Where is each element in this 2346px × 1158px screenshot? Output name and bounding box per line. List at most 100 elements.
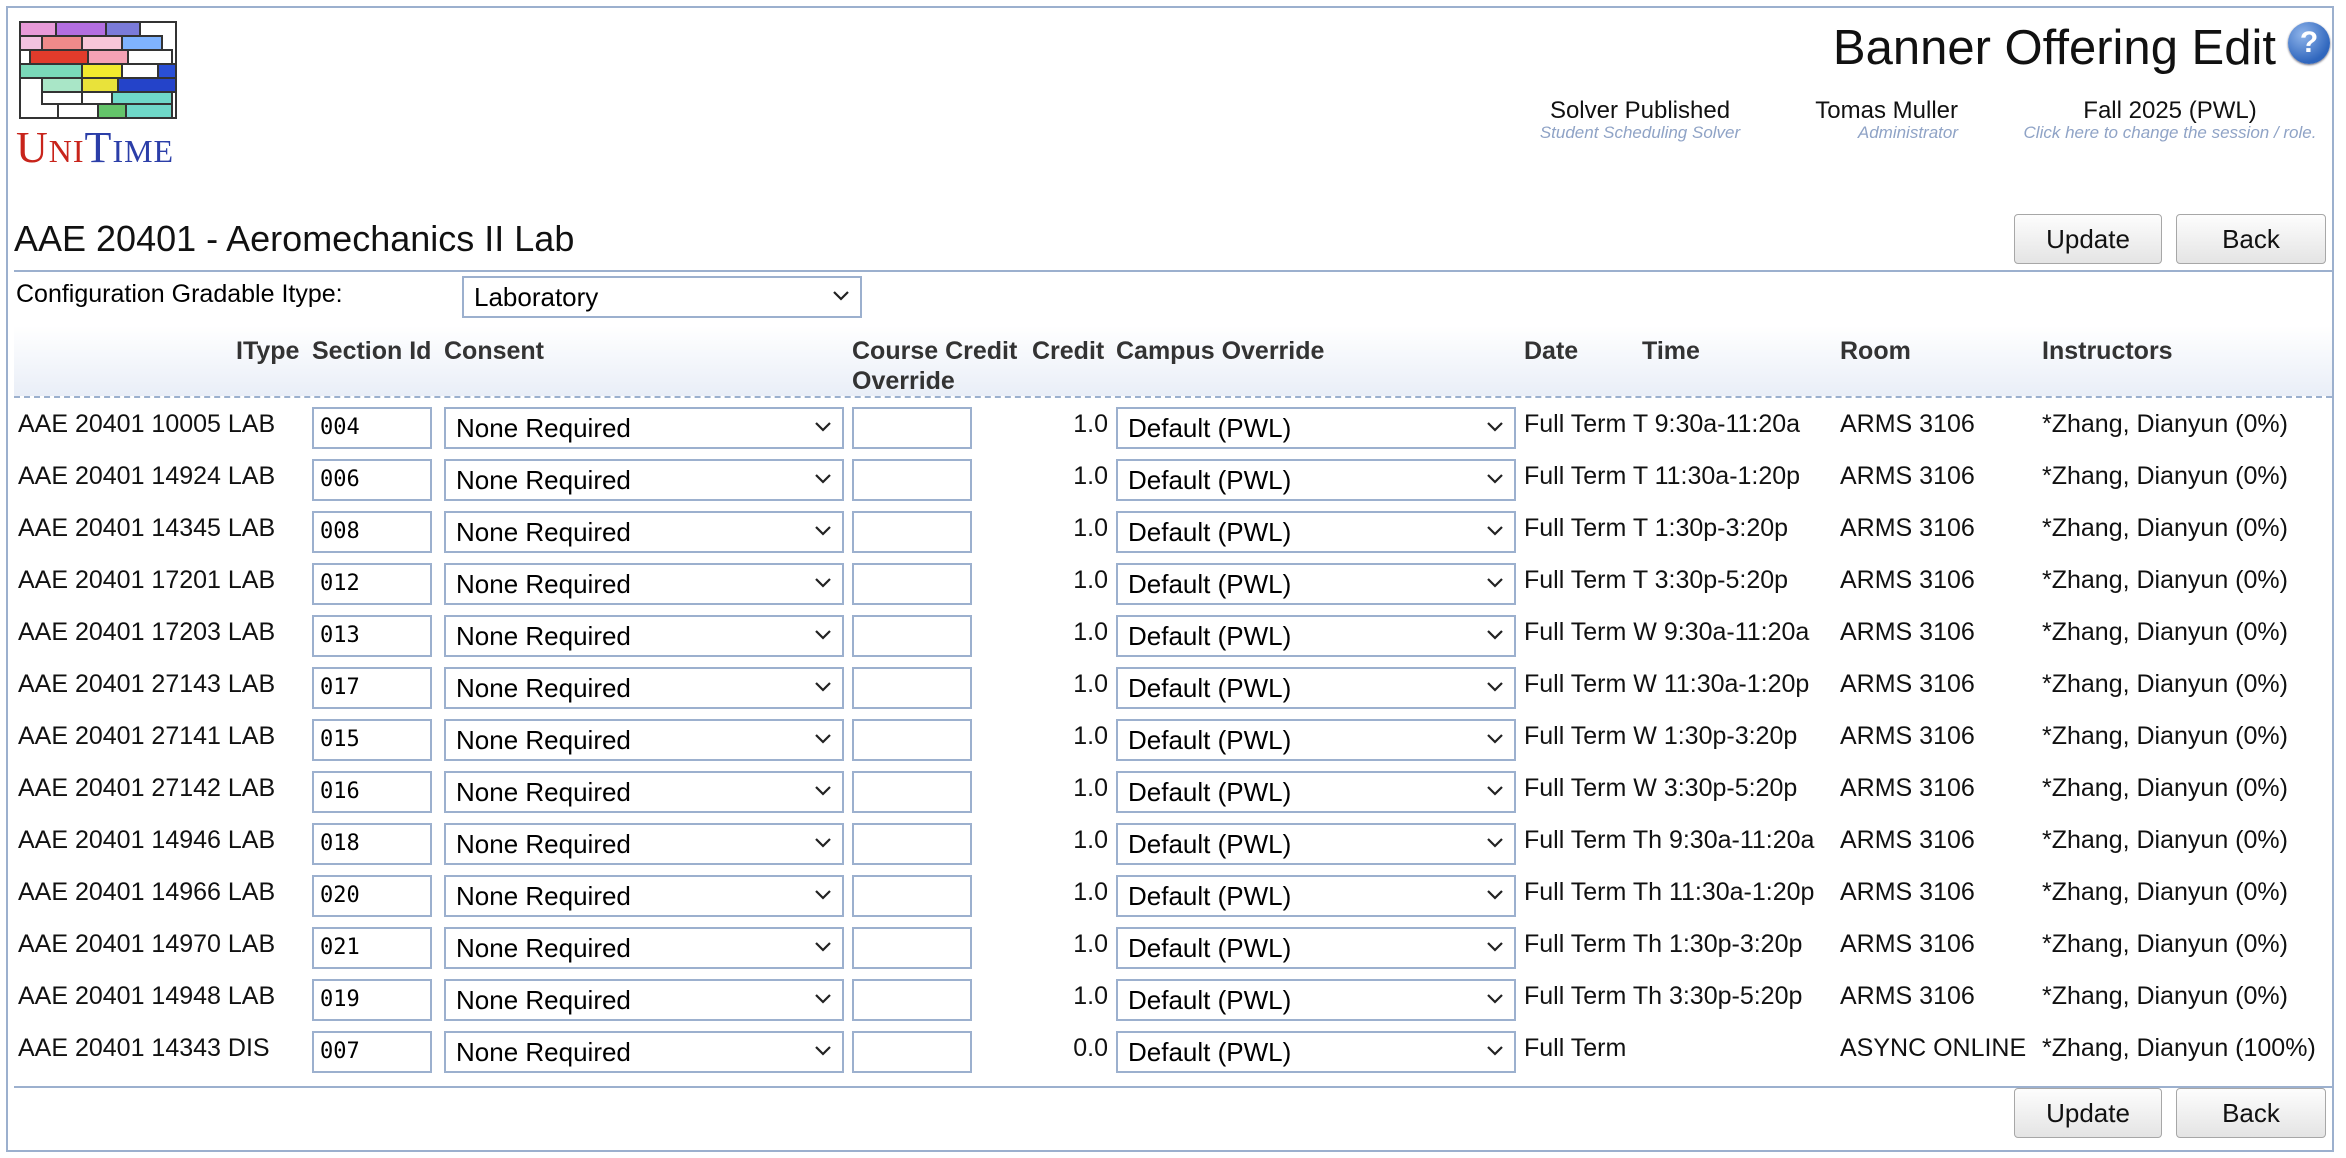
chevron-down-icon — [1486, 877, 1504, 915]
credit-override-input[interactable] — [852, 1031, 972, 1073]
consent-select[interactable]: None Required — [444, 1031, 844, 1073]
campus-override-value: Default (PWL) — [1128, 933, 1292, 963]
section-id-input[interactable]: 006 — [312, 459, 432, 501]
update-button-bottom[interactable]: Update — [2014, 1088, 2162, 1138]
campus-override-select[interactable]: Default (PWL) — [1116, 823, 1516, 865]
chevron-down-icon — [1486, 565, 1504, 603]
row-instructors: *Zhang, Dianyun (0%) — [2042, 878, 2288, 906]
credit-override-input[interactable] — [852, 511, 972, 553]
campus-override-select[interactable]: Default (PWL) — [1116, 563, 1516, 605]
campus-override-select[interactable]: Default (PWL) — [1116, 771, 1516, 813]
campus-override-value: Default (PWL) — [1128, 621, 1292, 651]
credit-override-input[interactable] — [852, 875, 972, 917]
back-button-top[interactable]: Back — [2176, 214, 2326, 264]
back-button-bottom[interactable]: Back — [2176, 1088, 2326, 1138]
consent-value: None Required — [456, 465, 631, 495]
credit-override-input[interactable] — [852, 979, 972, 1021]
chevron-down-icon — [1486, 773, 1504, 811]
credit-override-input[interactable] — [852, 459, 972, 501]
consent-select[interactable]: None Required — [444, 667, 844, 709]
session-name: Fall 2025 (PWL) — [2083, 97, 2257, 124]
consent-select[interactable]: None Required — [444, 615, 844, 657]
col-header-date: Date — [1524, 337, 1579, 365]
user-info[interactable]: Tomas Muller Administrator — [1780, 98, 1958, 142]
row-itype: AAE 20401 14966 LAB — [18, 878, 276, 906]
consent-select[interactable]: None Required — [444, 979, 844, 1021]
credit-override-input[interactable] — [852, 719, 972, 761]
consent-select[interactable]: None Required — [444, 719, 844, 761]
credit-override-input[interactable] — [852, 927, 972, 969]
row-instructors: *Zhang, Dianyun (0%) — [2042, 514, 2288, 542]
credit-override-input[interactable] — [852, 407, 972, 449]
section-id-input[interactable]: 020 — [312, 875, 432, 917]
section-id-input[interactable]: 012 — [312, 563, 432, 605]
consent-select[interactable]: None Required — [444, 875, 844, 917]
row-instructors: *Zhang, Dianyun (0%) — [2042, 618, 2288, 646]
credit-override-input[interactable] — [852, 667, 972, 709]
credit-override-input[interactable] — [852, 823, 972, 865]
credit-override-input[interactable] — [852, 771, 972, 813]
row-itype: AAE 20401 17201 LAB — [18, 566, 276, 594]
campus-override-value: Default (PWL) — [1128, 465, 1292, 495]
chevron-down-icon — [814, 877, 832, 915]
consent-value: None Required — [456, 413, 631, 443]
campus-override-value: Default (PWL) — [1128, 673, 1292, 703]
campus-override-select[interactable]: Default (PWL) — [1116, 719, 1516, 761]
config-itype-select[interactable]: Laboratory — [462, 276, 862, 318]
consent-value: None Required — [456, 621, 631, 651]
col-header-consent: Consent — [444, 337, 544, 365]
section-id-input[interactable]: 007 — [312, 1031, 432, 1073]
consent-select[interactable]: None Required — [444, 771, 844, 813]
section-id-input[interactable]: 017 — [312, 667, 432, 709]
campus-override-select[interactable]: Default (PWL) — [1116, 615, 1516, 657]
consent-select[interactable]: None Required — [444, 563, 844, 605]
table-row: AAE 20401 14970 LAB 021 None Required 1.0 De… — [0, 922, 2346, 974]
row-credit: 1.0 — [1073, 930, 1108, 958]
campus-override-select[interactable]: Default (PWL) — [1116, 927, 1516, 969]
course-title: AAE 20401 - Aeromechanics II Lab — [14, 218, 575, 259]
row-credit: 1.0 — [1073, 826, 1108, 854]
user-role: Administrator — [1857, 123, 1958, 142]
consent-select[interactable]: None Required — [444, 511, 844, 553]
section-id-input[interactable]: 018 — [312, 823, 432, 865]
campus-override-select[interactable]: Default (PWL) — [1116, 979, 1516, 1021]
campus-override-select[interactable]: Default (PWL) — [1116, 875, 1516, 917]
section-id-input[interactable]: 008 — [312, 511, 432, 553]
row-itype: AAE 20401 14946 LAB — [18, 826, 276, 854]
consent-value: None Required — [456, 725, 631, 755]
row-itype: AAE 20401 14924 LAB — [18, 462, 276, 490]
update-button-top[interactable]: Update — [2014, 214, 2162, 264]
chevron-down-icon — [1486, 825, 1504, 863]
credit-override-input[interactable] — [852, 563, 972, 605]
section-id-input[interactable]: 013 — [312, 615, 432, 657]
row-itype: AAE 20401 27143 LAB — [18, 670, 276, 698]
section-id-input[interactable]: 004 — [312, 407, 432, 449]
campus-override-select[interactable]: Default (PWL) — [1116, 511, 1516, 553]
help-icon[interactable]: ? — [2288, 22, 2330, 64]
credit-override-input[interactable] — [852, 615, 972, 657]
solver-status-label: Solver Published — [1549, 97, 1731, 124]
campus-override-select[interactable]: Default (PWL) — [1116, 407, 1516, 449]
campus-override-select[interactable]: Default (PWL) — [1116, 459, 1516, 501]
consent-select[interactable]: None Required — [444, 407, 844, 449]
campus-override-value: Default (PWL) — [1128, 1037, 1292, 1067]
row-room: ARMS 3106 — [1840, 514, 1975, 542]
table-row: AAE 20401 27141 LAB 015 None Required 1.0 De… — [0, 714, 2346, 766]
row-room: ARMS 3106 — [1840, 410, 1975, 438]
section-id-input[interactable]: 016 — [312, 771, 432, 813]
session-selector[interactable]: Fall 2025 (PWL) Click here to change the… — [2010, 98, 2330, 142]
campus-override-select[interactable]: Default (PWL) — [1116, 1031, 1516, 1073]
solver-status[interactable]: Solver Published Student Scheduling Solv… — [1520, 98, 1760, 142]
row-date-time: Full Term — [1524, 1034, 1627, 1062]
consent-value: None Required — [456, 673, 631, 703]
consent-select[interactable]: None Required — [444, 459, 844, 501]
chevron-down-icon — [814, 929, 832, 967]
campus-override-select[interactable]: Default (PWL) — [1116, 667, 1516, 709]
section-id-input[interactable]: 019 — [312, 979, 432, 1021]
consent-select[interactable]: None Required — [444, 823, 844, 865]
consent-value: None Required — [456, 933, 631, 963]
row-instructors: *Zhang, Dianyun (100%) — [2042, 1034, 2316, 1062]
consent-select[interactable]: None Required — [444, 927, 844, 969]
section-id-input[interactable]: 021 — [312, 927, 432, 969]
section-id-input[interactable]: 015 — [312, 719, 432, 761]
